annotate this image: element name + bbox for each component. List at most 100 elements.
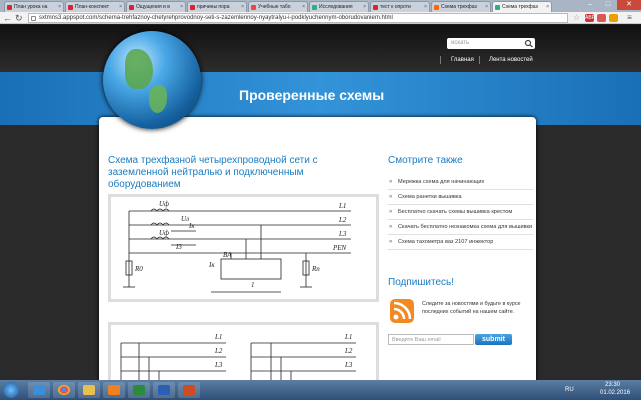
list-item[interactable]: » Схема ранетки вышивка <box>388 190 533 205</box>
tab-favicon-icon <box>7 5 12 10</box>
label-pen: PEN <box>332 244 347 252</box>
extension-icon[interactable] <box>597 14 606 22</box>
label-ik2: Iк <box>208 261 215 269</box>
see-also-link[interactable]: Скачать бесплатно незнакомка схема для в… <box>398 224 532 230</box>
label-uf: Uф <box>159 200 169 208</box>
see-also-link[interactable]: Бесплатно скачать схемы вышивка крестом <box>398 209 512 215</box>
extension-abp-icon[interactable]: ABP <box>585 14 595 22</box>
close-tab-icon[interactable]: × <box>485 4 488 10</box>
see-also-link[interactable]: Схема тахометра ваз 2107 инжектор <box>398 239 493 245</box>
taskbar-app-folder-icon[interactable] <box>78 382 100 398</box>
list-item[interactable]: » Скачать бесплатно незнакомка схема для … <box>388 220 533 235</box>
label-rn: Rn <box>311 265 320 273</box>
label-l3: L3 <box>214 361 223 369</box>
clock-time[interactable]: 23:30 <box>605 382 620 388</box>
close-tab-icon[interactable]: × <box>119 4 122 10</box>
subscribe-text: Следите за новостями и будьте в курсе по… <box>422 301 521 315</box>
tab-favicon-icon <box>251 5 256 10</box>
tab-label: План урока на <box>14 4 48 10</box>
list-item[interactable]: » Мережка схема для начинающих <box>388 175 533 190</box>
label-one: 1 <box>251 281 255 289</box>
taskbar-app-powerpoint-icon[interactable] <box>178 382 200 398</box>
email-field[interactable]: Введите Ваш email <box>388 334 474 345</box>
browser-tab[interactable]: План-конспект × <box>65 1 125 12</box>
site-header: искать Главная Лента новостей <box>0 25 641 72</box>
browser-tab[interactable]: тест к опроти × <box>370 1 430 12</box>
tab-label: Учебные табо <box>258 4 291 10</box>
browser-tab[interactable]: Схема трехфаз × <box>431 1 491 12</box>
minimize-button[interactable]: – <box>581 0 599 10</box>
browser-tab[interactable]: причины пора × <box>187 1 247 12</box>
see-also-link[interactable]: Мережка схема для начинающих <box>398 179 484 185</box>
content-panel: Схема трехфазной четырехпроводной сети с… <box>99 117 536 380</box>
browser-tab[interactable]: Учебные табо × <box>248 1 308 12</box>
label-r0: R0 <box>134 265 143 273</box>
taskbar-app-excel-icon[interactable] <box>128 382 150 398</box>
clock-date[interactable]: 01.02.2016 <box>600 390 630 396</box>
close-window-button[interactable]: ✕ <box>617 0 641 10</box>
taskbar: RU 23:30 01.02.2016 <box>0 380 641 400</box>
close-tab-icon[interactable]: × <box>180 4 183 10</box>
close-tab-icon[interactable]: × <box>546 4 549 10</box>
circuit-diagram-image: Uф Uл Uф Iк I3 L1 L2 L3 PEN R0 Rn Iк 1 B… <box>108 194 379 302</box>
search-icon[interactable] <box>524 39 534 48</box>
address-bar[interactable]: sxtmns3.appspot.com/schema-trehfaznoy-ch… <box>28 13 568 23</box>
submit-button[interactable]: submit <box>475 334 512 345</box>
label-l1: L1 <box>338 202 346 210</box>
taskbar-app-chrome-icon[interactable] <box>53 382 75 398</box>
circuit-diagram-image: L1 L2 L3 L1 L2 L3 <box>108 322 379 380</box>
label-l1: L1 <box>214 333 222 341</box>
taskbar-app-media-icon[interactable] <box>103 382 125 398</box>
bullet-icon: » <box>389 179 393 185</box>
bullet-icon: » <box>389 209 393 215</box>
browser-tab[interactable]: Исследования × <box>309 1 369 12</box>
menu-icon[interactable]: ≡ <box>625 14 634 22</box>
web-page: искать Главная Лента новостей Проверенны… <box>0 25 641 380</box>
extension-icon[interactable] <box>609 14 618 22</box>
browser-tab[interactable]: Ощущения и в × <box>126 1 186 12</box>
rss-icon[interactable] <box>389 298 415 324</box>
close-tab-icon[interactable]: × <box>241 4 244 10</box>
page-icon <box>31 16 36 21</box>
nav-link-news-feed[interactable]: Лента новостей <box>489 57 533 63</box>
bullet-icon: » <box>389 224 393 230</box>
close-tab-icon[interactable]: × <box>302 4 305 10</box>
subscribe-heading: Подпишитесь! <box>388 277 454 288</box>
nav-separator <box>479 56 480 64</box>
browser-tab[interactable]: План урока на × <box>4 1 64 12</box>
language-indicator[interactable]: RU <box>565 387 574 393</box>
close-tab-icon[interactable]: × <box>363 4 366 10</box>
label-ik: Iк <box>188 222 195 230</box>
taskbar-app-word-icon[interactable] <box>153 382 175 398</box>
maximize-button[interactable]: □ <box>599 0 617 10</box>
tab-favicon-icon <box>129 5 134 10</box>
start-button[interactable] <box>3 382 19 398</box>
reload-icon[interactable]: ↻ <box>15 13 23 23</box>
close-tab-icon[interactable]: × <box>424 4 427 10</box>
star-icon[interactable]: ☆ <box>572 14 581 22</box>
browser-toolbar: ← ↻ sxtmns3.appspot.com/schema-trehfazno… <box>0 12 641 24</box>
taskbar-app-ie-icon[interactable] <box>28 382 50 398</box>
see-also-heading: Смотрите также <box>388 155 463 166</box>
see-also-link[interactable]: Схема ранетки вышивка <box>398 194 462 200</box>
close-tab-icon[interactable]: × <box>58 4 61 10</box>
tab-label: причины пора <box>197 4 230 10</box>
browser-tab[interactable]: Схема трехфаз × <box>492 1 552 12</box>
tab-favicon-icon <box>312 5 317 10</box>
list-item[interactable]: » Схема тахометра ваз 2107 инжектор <box>388 235 533 250</box>
back-icon[interactable]: ← <box>3 13 12 23</box>
search-input[interactable]: искать <box>447 38 535 49</box>
nav-link-home[interactable]: Главная <box>451 57 474 63</box>
list-item[interactable]: » Бесплатно скачать схемы вышивка крестом <box>388 205 533 220</box>
globe-logo[interactable] <box>103 31 201 129</box>
bullet-icon: » <box>389 194 393 200</box>
label-l3: L3 <box>338 230 347 238</box>
site-title[interactable]: Проверенные схемы <box>239 87 384 103</box>
tab-label: Исследования <box>319 4 353 10</box>
tab-label: Схема трехфаз <box>502 4 538 10</box>
label-l2: L2 <box>338 216 347 224</box>
url-text: sxtmns3.appspot.com/schema-trehfaznoy-ch… <box>39 15 393 21</box>
tab-label: План-конспект <box>75 4 110 10</box>
nav-separator <box>440 56 441 64</box>
label-i3: I3 <box>175 243 182 251</box>
